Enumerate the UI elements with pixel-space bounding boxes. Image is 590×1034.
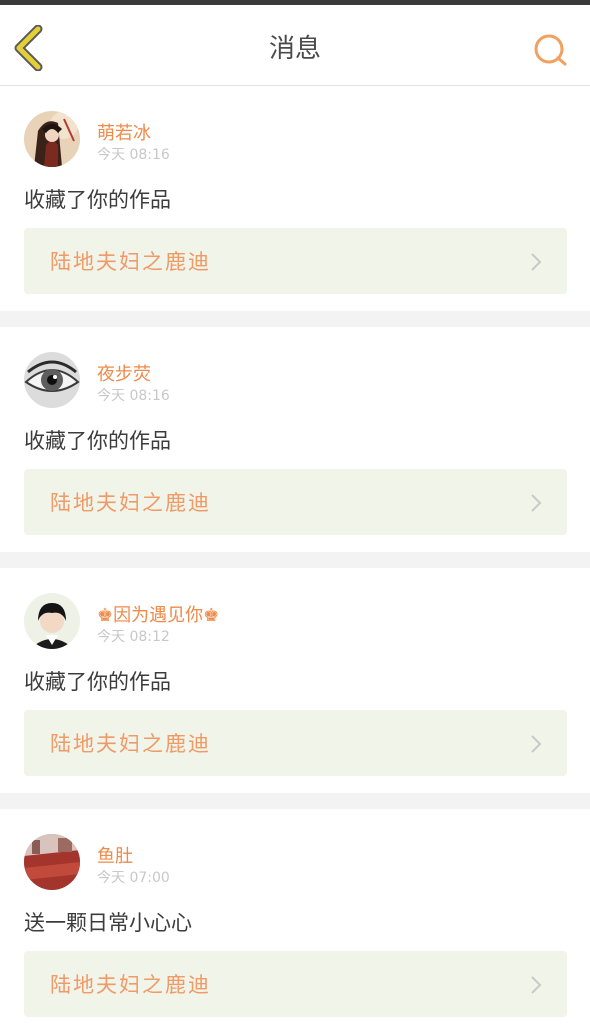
- avatar[interactable]: [24, 352, 80, 408]
- list-divider: [0, 793, 590, 809]
- notification-message: 收藏了你的作品: [24, 429, 171, 453]
- avatar[interactable]: [24, 111, 80, 167]
- chevron-right-icon: [531, 253, 542, 271]
- user-name[interactable]: 夜步荧: [97, 360, 151, 386]
- notification-item: 夜步荧 今天 08:16 收藏了你的作品 陆地夫妇之鹿迪: [0, 327, 590, 552]
- notification-item: 萌若冰 今天 08:16 收藏了你的作品 陆地夫妇之鹿迪: [0, 86, 590, 311]
- anime-character-avatar-icon: [24, 111, 80, 167]
- list-divider: [0, 311, 590, 327]
- notification-list: 萌若冰 今天 08:16 收藏了你的作品 陆地夫妇之鹿迪 夜步荧 今天 08:1…: [0, 86, 590, 1034]
- work-link-card[interactable]: 陆地夫妇之鹿迪: [24, 710, 567, 776]
- search-button[interactable]: [530, 31, 570, 71]
- red-scene-avatar-icon: [24, 834, 80, 890]
- back-button[interactable]: [10, 24, 50, 72]
- header-bar: 消息: [0, 5, 590, 86]
- notification-message: 收藏了你的作品: [24, 670, 171, 694]
- work-title: 陆地夫妇之鹿迪: [50, 250, 211, 274]
- user-name[interactable]: 萌若冰: [97, 119, 151, 145]
- search-icon: [534, 34, 567, 66]
- chevron-right-icon: [531, 494, 542, 512]
- notification-message: 送一颗日常小心心: [24, 911, 192, 935]
- avatar[interactable]: [24, 834, 80, 890]
- notification-item: 鱼肚 今天 07:00 送一颗日常小心心 陆地夫妇之鹿迪: [0, 809, 590, 1034]
- notification-message: 收藏了你的作品: [24, 188, 171, 212]
- work-link-card[interactable]: 陆地夫妇之鹿迪: [24, 469, 567, 535]
- chevron-right-icon: [531, 735, 542, 753]
- chevron-right-icon: [531, 976, 542, 994]
- work-link-card[interactable]: 陆地夫妇之鹿迪: [24, 951, 567, 1017]
- work-link-card[interactable]: 陆地夫妇之鹿迪: [24, 228, 567, 294]
- page-title: 消息: [268, 34, 321, 64]
- notification-item: ♚因为遇见你♚ 今天 08:12 收藏了你的作品 陆地夫妇之鹿迪: [0, 568, 590, 793]
- chevron-left-icon: [14, 24, 43, 72]
- boy-portrait-avatar-icon: [24, 593, 80, 649]
- user-name[interactable]: ♚因为遇见你♚: [97, 601, 219, 627]
- work-title: 陆地夫妇之鹿迪: [50, 491, 211, 515]
- user-name[interactable]: 鱼肚: [97, 842, 133, 868]
- avatar[interactable]: [24, 593, 80, 649]
- eye-avatar-icon: [24, 352, 80, 408]
- timestamp: 今天 08:16: [97, 388, 170, 404]
- work-title: 陆地夫妇之鹿迪: [50, 732, 211, 756]
- timestamp: 今天 08:16: [97, 147, 170, 163]
- timestamp: 今天 08:12: [97, 629, 170, 645]
- work-title: 陆地夫妇之鹿迪: [50, 973, 211, 997]
- timestamp: 今天 07:00: [97, 870, 170, 886]
- list-divider: [0, 552, 590, 568]
